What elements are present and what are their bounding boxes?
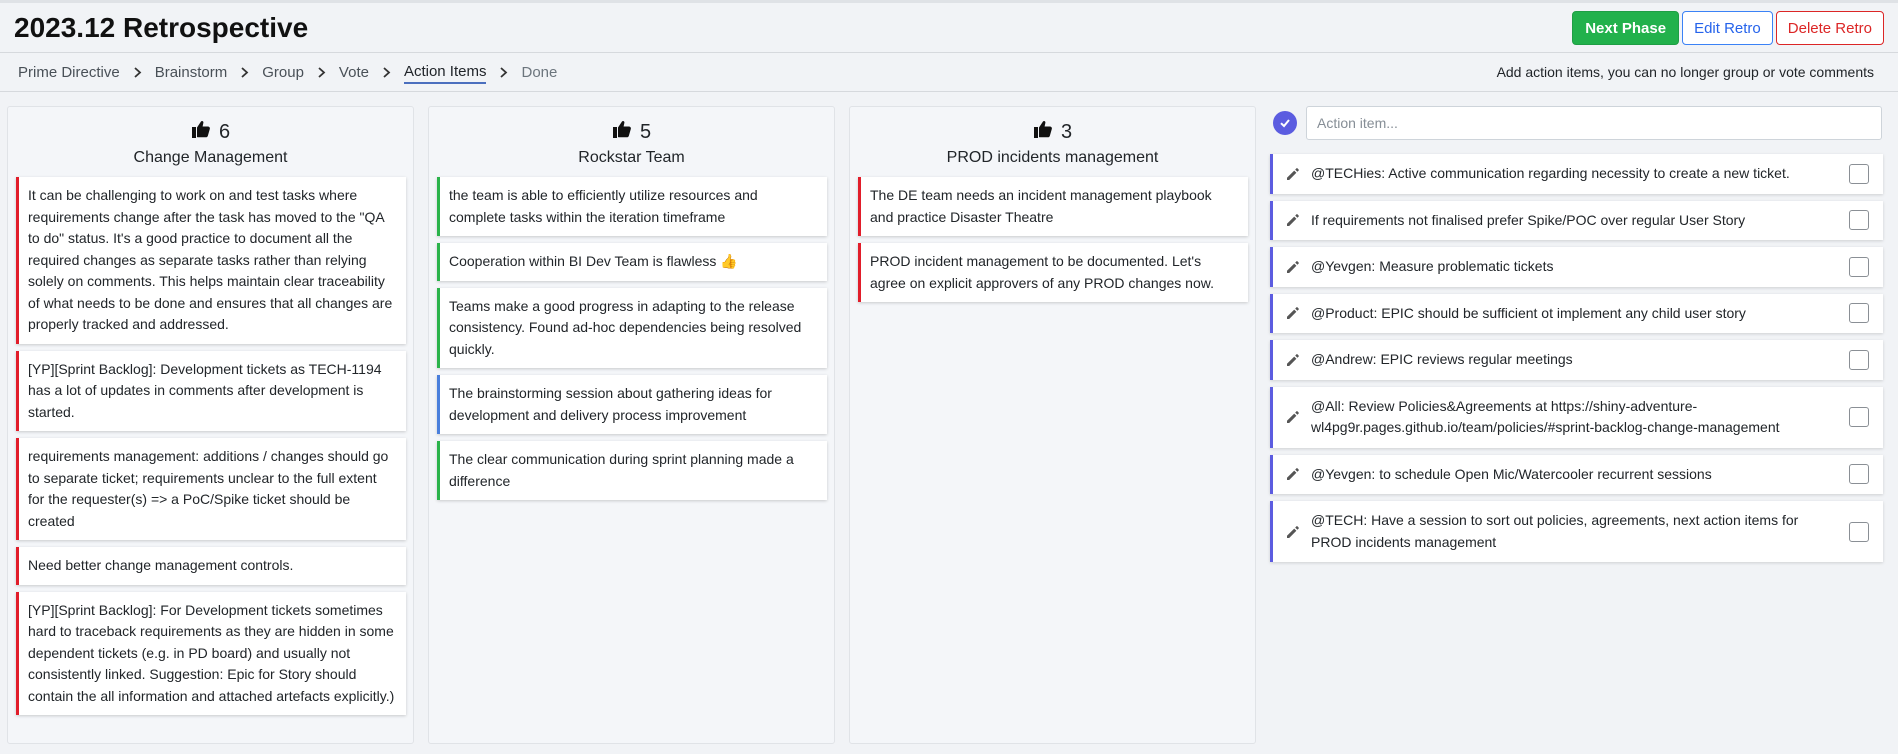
phase-brainstorm[interactable]: Brainstorm xyxy=(155,64,228,83)
action-item-text: @Yevgen: Measure problematic tickets xyxy=(1311,258,1554,274)
comment-card: It can be challenging to work on and tes… xyxy=(16,177,406,344)
group-title: Change Management xyxy=(133,149,288,166)
comment-card: [YP][Sprint Backlog]: Development ticket… xyxy=(16,350,406,431)
action-item: @All: Review Policies&Agreements at http… xyxy=(1270,386,1883,448)
pencil-icon[interactable] xyxy=(1285,259,1301,275)
comment-card: The DE team needs an incident management… xyxy=(858,177,1248,236)
chevron-right-icon xyxy=(240,65,249,82)
action-item-text: @TECH: Have a session to sort out polici… xyxy=(1311,512,1799,550)
action-done-checkbox[interactable] xyxy=(1849,521,1869,542)
action-item-text: @Andrew: EPIC reviews regular meetings xyxy=(1311,351,1573,367)
comment-card: The brainstorming session about gatherin… xyxy=(437,375,827,434)
action-items-panel: @TECHies: Active communication regarding… xyxy=(1270,106,1883,562)
phase-group[interactable]: Group xyxy=(262,64,304,83)
action-done-checkbox[interactable] xyxy=(1849,303,1869,324)
phase-prime-directive[interactable]: Prime Directive xyxy=(18,64,120,83)
comment-card: Teams make a good progress in adapting t… xyxy=(437,287,827,368)
action-item: @TECHies: Active communication regarding… xyxy=(1270,154,1883,194)
check-circle-icon[interactable] xyxy=(1273,111,1297,135)
comment-card: the team is able to efficiently utilize … xyxy=(437,177,827,236)
vote-count: 6 xyxy=(8,119,413,145)
action-done-checkbox[interactable] xyxy=(1849,163,1869,184)
vote-count: 3 xyxy=(850,119,1255,145)
pencil-icon[interactable] xyxy=(1285,409,1301,425)
add-action-row xyxy=(1270,106,1883,140)
comment-card: [YP][Sprint Backlog]: For Development ti… xyxy=(16,591,406,715)
chevron-right-icon xyxy=(382,65,391,82)
page-title: 2023.12 Retrospective xyxy=(14,12,309,43)
action-item: @TECH: Have a session to sort out polici… xyxy=(1270,501,1883,562)
delete-retro-button[interactable]: Delete Retro xyxy=(1775,11,1884,45)
pencil-icon[interactable] xyxy=(1285,352,1301,368)
header-actions: Next Phase Edit Retro Delete Retro xyxy=(1572,11,1884,45)
action-item-text: @Yevgen: to schedule Open Mic/Watercoole… xyxy=(1311,465,1712,482)
chevron-right-icon xyxy=(499,65,508,82)
vote-number: 5 xyxy=(639,120,652,143)
retro-header: 2023.12 Retrospective Next Phase Edit Re… xyxy=(0,3,1898,53)
vote-number: 3 xyxy=(1060,120,1073,143)
action-item-text: @All: Review Policies&Agreements at http… xyxy=(1311,397,1780,436)
vote-number: 6 xyxy=(218,120,231,143)
action-item: @Yevgen: Measure problematic tickets xyxy=(1270,247,1883,287)
phase-done[interactable]: Done xyxy=(521,64,557,83)
next-phase-button[interactable]: Next Phase xyxy=(1572,11,1680,45)
thumbs-up-icon xyxy=(1033,119,1053,145)
pencil-icon[interactable] xyxy=(1285,212,1301,228)
group-column: 5 Rockstar Team the team is able to effici… xyxy=(428,106,835,744)
comment-card: Need better change management controls. xyxy=(16,547,406,585)
action-item-input[interactable] xyxy=(1306,106,1882,140)
action-done-checkbox[interactable] xyxy=(1849,407,1869,427)
group-title: PROD incidents management xyxy=(946,149,1159,166)
action-item-text: @Product: EPIC should be sufficient ot i… xyxy=(1311,304,1746,321)
pencil-icon[interactable] xyxy=(1285,466,1301,482)
action-item: @Product: EPIC should be sufficient ot i… xyxy=(1270,293,1883,333)
chevron-right-icon xyxy=(133,65,142,82)
action-items-list: @TECHies: Active communication regarding… xyxy=(1270,154,1883,569)
phase-action-items[interactable]: Action Items xyxy=(403,63,487,84)
pencil-icon[interactable] xyxy=(1285,524,1301,540)
action-done-checkbox[interactable] xyxy=(1849,210,1869,231)
pencil-icon[interactable] xyxy=(1285,166,1301,182)
action-item-text: @TECHies: Active communication regarding… xyxy=(1311,165,1790,181)
thumbs-up-icon xyxy=(191,119,211,145)
action-done-checkbox[interactable] xyxy=(1849,464,1869,485)
thumbs-up-icon xyxy=(612,119,632,145)
group-title: Rockstar Team xyxy=(578,149,685,166)
action-item: @Andrew: EPIC reviews regular meetings xyxy=(1270,340,1883,380)
vote-count: 5 xyxy=(429,119,834,145)
action-done-checkbox[interactable] xyxy=(1849,349,1869,370)
phase-vote[interactable]: Vote xyxy=(339,64,369,83)
comment-card: PROD incident management to be documente… xyxy=(858,243,1248,302)
action-item: If requirements not finalised prefer Spi… xyxy=(1270,200,1883,240)
edit-retro-button[interactable]: Edit Retro xyxy=(1682,11,1773,45)
pencil-icon[interactable] xyxy=(1285,305,1301,321)
phase-hint: Add action items, you can no longer grou… xyxy=(1496,64,1874,80)
group-column: 6 Change Management It can be challenging … xyxy=(7,106,414,744)
action-item-text: If requirements not finalised prefer Spi… xyxy=(1311,211,1746,228)
comment-card: Cooperation within BI Dev Team is flawle… xyxy=(437,243,827,281)
chevron-right-icon xyxy=(317,65,326,82)
phase-bar: Prime Directive Brainstorm Group Vote Action… xyxy=(0,54,1898,92)
action-done-checkbox[interactable] xyxy=(1849,256,1869,277)
comment-card: requirements management: additions / cha… xyxy=(16,438,406,540)
group-column: 3 PROD incidents management The DE team ne… xyxy=(849,106,1256,744)
action-item: @Yevgen: to schedule Open Mic/Watercoole… xyxy=(1270,454,1883,494)
phase-breadcrumb: Prime Directive Brainstorm Group Vote Action… xyxy=(18,63,557,84)
comment-card: The clear communication during sprint pl… xyxy=(437,441,827,500)
